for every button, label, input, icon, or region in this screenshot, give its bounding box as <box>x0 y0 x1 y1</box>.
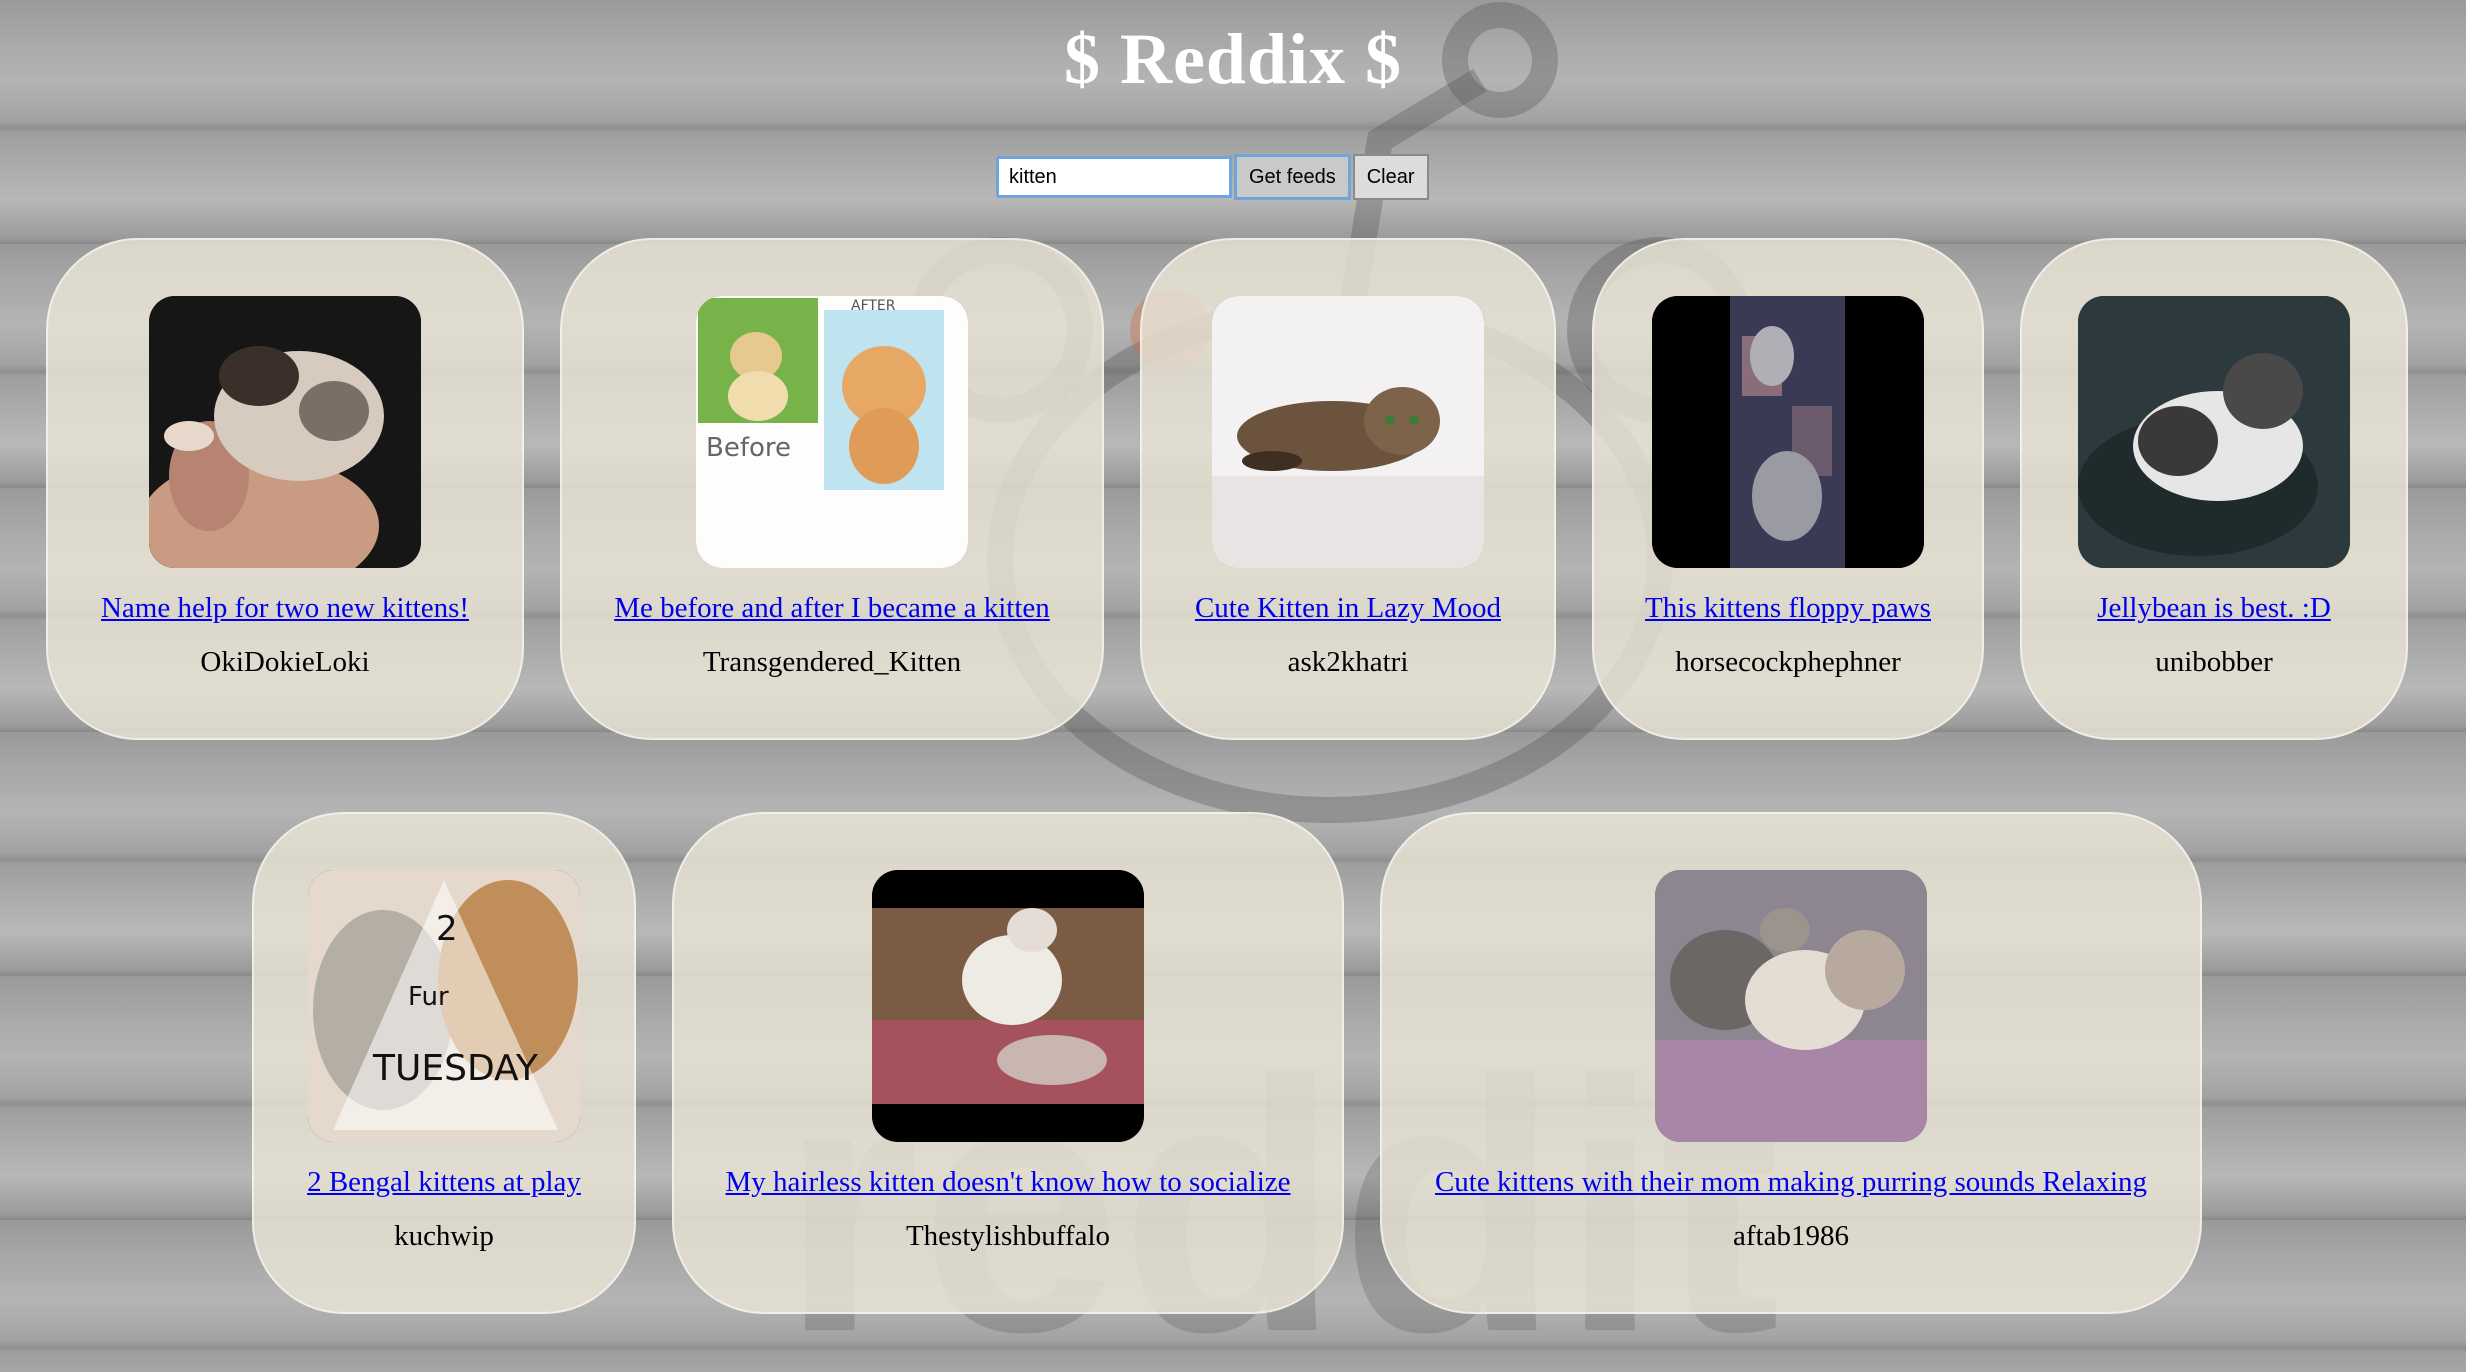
thumbnail-image[interactable]: 2 Fur TUESDAY <box>308 870 580 1142</box>
thumbnail-image[interactable] <box>1652 296 1924 568</box>
feed-card: AFTER Before Me before and after I becam… <box>560 238 1104 740</box>
feed-card: Jellybean is best. :D unibobber <box>2020 238 2408 740</box>
thumb-after-text: AFTER <box>851 298 896 314</box>
post-author: Thestylishbuffalo <box>905 1220 1111 1252</box>
post-title-link[interactable]: 2 Bengal kittens at play <box>254 1166 634 1199</box>
post-title-link[interactable]: This kittens floppy paws <box>1594 592 1982 625</box>
post-title-link[interactable]: Name help for two new kittens! <box>48 592 522 625</box>
post-author: horsecockphephner <box>1675 646 1901 678</box>
post-title-link[interactable]: Me before and after I became a kitten <box>562 592 1102 625</box>
thumbnail-image[interactable] <box>1212 296 1484 568</box>
post-title-link[interactable]: My hairless kitten doesn't know how to s… <box>674 1166 1342 1199</box>
post-author: unibobber <box>2155 646 2273 678</box>
thumbnail-image[interactable] <box>1655 870 1927 1142</box>
search-bar: Get feeds Clear <box>996 152 1429 202</box>
feed-card: Cute Kitten in Lazy Mood ask2khatri <box>1140 238 1556 740</box>
post-author: aftab1986 <box>1733 1220 1849 1252</box>
get-feeds-button[interactable]: Get feeds <box>1234 154 1351 200</box>
post-author: ask2khatri <box>1287 646 1409 678</box>
feed-card: Cute kittens with their mom making purri… <box>1380 812 2202 1314</box>
post-author: Transgendered_Kitten <box>702 646 962 678</box>
feed-card: This kittens floppy paws horsecockphephn… <box>1592 238 1984 740</box>
post-title-link[interactable]: Jellybean is best. :D <box>2022 592 2406 625</box>
thumbnail-image[interactable] <box>872 870 1144 1142</box>
feed-card: My hairless kitten doesn't know how to s… <box>672 812 1344 1314</box>
thumb-fur-text: Fur <box>408 982 449 1012</box>
feed-card: Name help for two new kittens! OkiDokieL… <box>46 238 524 740</box>
thumb-before-text: Before <box>706 433 791 463</box>
feed-card: 2 Fur TUESDAY 2 Bengal kittens at play k… <box>252 812 636 1314</box>
post-title-link[interactable]: Cute kittens with their mom making purri… <box>1382 1166 2200 1199</box>
search-input[interactable] <box>996 156 1232 198</box>
app-title: $ Reddix $ <box>1063 19 1403 99</box>
post-author: OkiDokieLoki <box>200 646 370 678</box>
clear-button[interactable]: Clear <box>1352 154 1429 200</box>
post-title-link[interactable]: Cute Kitten in Lazy Mood <box>1142 592 1554 625</box>
thumb-tuesday-text: TUESDAY <box>372 1048 539 1089</box>
thumbnail-image[interactable]: AFTER Before <box>696 296 968 568</box>
thumbnail-image[interactable] <box>149 296 421 568</box>
thumb-2-text: 2 <box>436 909 458 949</box>
thumbnail-image[interactable] <box>2078 296 2350 568</box>
post-author: kuchwip <box>394 1220 494 1252</box>
